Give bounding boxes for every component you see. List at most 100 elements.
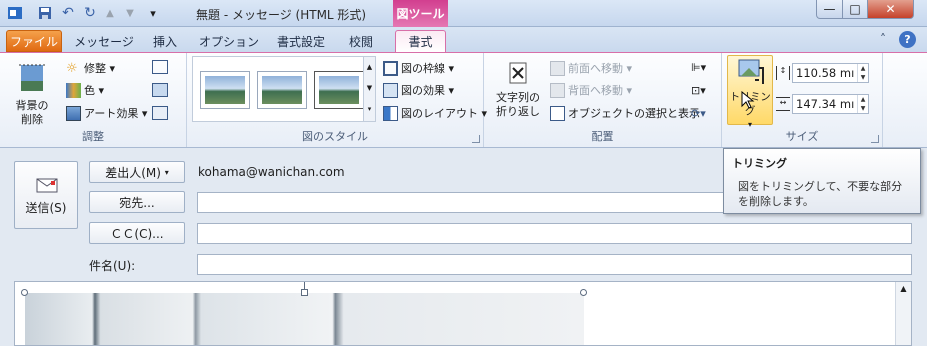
wrap-text-button[interactable]: 文字列の 折り返し xyxy=(490,59,546,119)
to-button[interactable]: 宛先... xyxy=(89,191,185,213)
height-value: 110.58 mı xyxy=(796,66,855,80)
compress-pictures-icon[interactable] xyxy=(152,60,168,74)
rotate-icon[interactable]: ⟳▾ xyxy=(691,107,706,120)
resize-handle-top-right[interactable] xyxy=(580,289,587,296)
message-body[interactable]: ▲ xyxy=(14,281,912,346)
width-icon: ↔ xyxy=(776,97,790,111)
picture-style-1[interactable] xyxy=(200,71,250,109)
group-size: トリミング ▾ ↕ 110.58 mı ▲ ▼ ↔ 147.34 mı ▲ ▼ サイ… xyxy=(722,53,883,147)
crop-tooltip: トリミング 図をトリミングして、不要な部分を削除します。 xyxy=(723,148,921,214)
redo-icon[interactable]: ↻ xyxy=(82,5,98,21)
inserted-picture[interactable] xyxy=(25,293,584,345)
ribbon-collapse-icon[interactable]: ˄ xyxy=(880,32,886,46)
change-picture-icon[interactable] xyxy=(152,83,168,97)
height-spinner[interactable]: 110.58 mı ▲ ▼ xyxy=(792,63,869,83)
from-button[interactable]: 差出人(M) ▾ xyxy=(89,161,185,183)
picture-layout-label: 図のレイアウト xyxy=(401,107,478,120)
bring-forward-label: 前面へ移動 xyxy=(568,62,623,75)
mouse-cursor-icon xyxy=(741,90,755,113)
picture-effects-button[interactable]: 図の効果 ▾ xyxy=(383,80,454,100)
artistic-effects-icon xyxy=(66,105,81,121)
height-spin-arrows[interactable]: ▲ ▼ xyxy=(857,64,868,82)
tab-review[interactable]: 校閲 xyxy=(338,30,384,52)
ribbon: 背景の 削除 ☼ 修整 ▾ 色 ▾ アート効果 ▾ 調整 ▲ ▼ ▾ 図の枠線 ▾ 図… xyxy=(0,52,927,148)
subject-field[interactable] xyxy=(197,254,912,275)
tab-format[interactable]: 書式 xyxy=(395,30,446,52)
picture-effects-label: 図の効果 xyxy=(401,84,445,97)
remove-background-label-1: 背景の xyxy=(15,99,49,112)
qat-customize-icon[interactable]: ▾ xyxy=(145,5,161,21)
previous-item-icon[interactable]: ▲ xyxy=(102,5,118,21)
from-value: kohama@wanichan.com xyxy=(198,165,345,179)
color-button[interactable]: 色 ▾ xyxy=(66,80,104,100)
corrections-button[interactable]: ☼ 修整 ▾ xyxy=(66,58,115,78)
cc-field[interactable] xyxy=(197,223,912,244)
help-icon[interactable]: ? xyxy=(899,31,916,48)
send-backward-label: 背面へ移動 xyxy=(568,84,623,97)
artistic-effects-button[interactable]: アート効果 ▾ xyxy=(66,103,147,123)
body-scrollbar[interactable]: ▲ xyxy=(895,282,911,345)
resize-handle-top[interactable] xyxy=(301,289,308,296)
group-arrange-label: 配置 xyxy=(591,130,614,143)
send-button[interactable]: 送信(S) xyxy=(14,161,78,229)
group-adjust: 背景の 削除 ☼ 修整 ▾ 色 ▾ アート効果 ▾ 調整 xyxy=(0,53,187,147)
picture-layout-icon xyxy=(383,105,398,121)
cc-button[interactable]: ＣＣ(C)... xyxy=(89,222,185,244)
maximize-button[interactable]: □ xyxy=(842,0,868,19)
picture-border-label: 図の枠線 xyxy=(401,62,445,75)
subject-label: 件名(U): xyxy=(89,259,136,273)
outlook-app-icon[interactable] xyxy=(7,5,23,21)
group-picture-styles: ▲ ▼ ▾ 図の枠線 ▾ 図の効果 ▾ 図のレイアウト ▾ 図のスタイル xyxy=(187,53,487,147)
tab-file[interactable]: ファイル xyxy=(6,30,62,52)
align-icon[interactable]: ⊫▾ xyxy=(691,61,706,74)
scroll-up-icon[interactable]: ▲ xyxy=(896,284,911,293)
from-dropdown-icon: ▾ xyxy=(164,167,169,177)
tab-insert[interactable]: 挿入 xyxy=(142,30,188,52)
resize-handle-top-left[interactable] xyxy=(21,289,28,296)
picture-style-3[interactable] xyxy=(314,71,364,109)
sun-icon: ☼ xyxy=(66,60,78,76)
selection-pane-icon xyxy=(550,105,565,121)
color-icon xyxy=(66,82,81,98)
remove-background-button[interactable]: 背景の 削除 xyxy=(8,61,56,127)
undo-icon[interactable]: ↶ xyxy=(60,5,76,21)
artistic-effects-label: アート効果 xyxy=(84,107,139,120)
crop-icon xyxy=(738,59,764,84)
selection-pane-button[interactable]: オブジェクトの選択と表示 xyxy=(550,103,700,123)
picture-border-icon xyxy=(383,60,398,76)
send-label: 送信(S) xyxy=(25,200,67,215)
reset-picture-icon[interactable] xyxy=(152,106,168,120)
tab-options[interactable]: オプション xyxy=(196,30,262,52)
selection-pane-label: オブジェクトの選択と表示 xyxy=(568,107,700,120)
picture-style-2[interactable] xyxy=(257,71,307,109)
contextual-tab-group-picture-tools: 図ツール xyxy=(393,0,448,27)
picture-layout-button[interactable]: 図のレイアウト ▾ xyxy=(383,103,487,123)
width-value: 147.34 mı xyxy=(796,97,855,111)
group-size-label: サイズ xyxy=(785,130,819,143)
bring-forward-button[interactable]: 前面へ移動 ▾ xyxy=(550,58,632,78)
picture-border-button[interactable]: 図の枠線 ▾ xyxy=(383,58,454,78)
title-bar: ↶ ↻ ▲ ▼ ▾ 無題 - メッセージ (HTML 形式) 図ツール — □ … xyxy=(0,0,927,27)
picture-styles-launcher-icon[interactable] xyxy=(472,135,480,143)
rotation-stem xyxy=(304,282,305,289)
send-backward-icon xyxy=(550,82,565,98)
tab-format-text[interactable]: 書式設定 xyxy=(268,30,334,52)
width-spin-arrows[interactable]: ▲ ▼ xyxy=(857,95,868,113)
color-label: 色 xyxy=(84,84,95,97)
picture-effects-icon xyxy=(383,82,398,98)
gallery-scroll[interactable]: ▲ ▼ ▾ xyxy=(363,57,375,121)
save-icon[interactable] xyxy=(37,5,53,21)
close-button[interactable]: ✕ xyxy=(867,0,914,19)
next-item-icon[interactable]: ▼ xyxy=(122,5,138,21)
send-backward-button[interactable]: 背面へ移動 ▾ xyxy=(550,80,632,100)
size-launcher-icon[interactable] xyxy=(871,135,879,143)
group-objects-icon[interactable]: ⊡▾ xyxy=(691,84,706,97)
ribbon-tabs: ファイル メッセージ 挿入 オプション 書式設定 校閲 書式 ˄ ? xyxy=(0,27,927,79)
wrap-text-label-1: 文字列の xyxy=(496,91,540,104)
group-adjust-label: 調整 xyxy=(82,130,104,143)
tooltip-title: トリミング xyxy=(732,157,787,170)
tab-message[interactable]: メッセージ xyxy=(70,30,138,52)
crop-button[interactable]: トリミング ▾ xyxy=(727,55,773,129)
width-spinner[interactable]: 147.34 mı ▲ ▼ xyxy=(792,94,869,114)
minimize-button[interactable]: — xyxy=(816,0,843,19)
